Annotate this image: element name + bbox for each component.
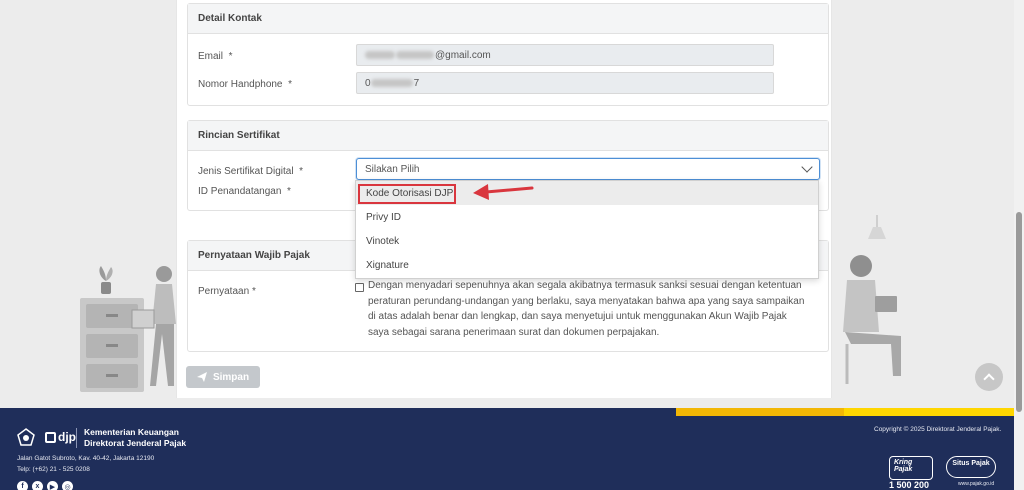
signer-id-label: ID Penandatangan * bbox=[198, 186, 291, 197]
statement-text: Dengan menyadari sepenuhnya akan segala … bbox=[368, 280, 805, 338]
youtube-icon[interactable]: ▶ bbox=[47, 481, 58, 490]
footer-accent-stripe-light bbox=[844, 408, 1014, 416]
facebook-icon[interactable]: f bbox=[17, 481, 28, 490]
x-icon[interactable]: x bbox=[32, 481, 43, 490]
ministry-emblem-icon bbox=[17, 428, 35, 446]
section-title: Detail Kontak bbox=[188, 4, 828, 34]
red-arrow-annotation bbox=[473, 184, 534, 200]
certificate-type-label: Jenis Sertifikat Digital * bbox=[198, 166, 304, 177]
phone-field[interactable]: 07 bbox=[356, 72, 774, 94]
footer-address: Jalan Gatot Subroto, Kav. 40-42, Jakarta… bbox=[17, 455, 155, 473]
chevron-up-icon bbox=[983, 373, 995, 385]
scroll-to-top-button[interactable] bbox=[975, 363, 1003, 391]
kring-pajak-logo[interactable]: Kring Pajak bbox=[889, 456, 933, 480]
section-contact-details: Detail Kontak Email * @gmail.com Nomor H… bbox=[187, 3, 829, 106]
kring-pajak-number: 1 500 200 bbox=[889, 480, 930, 490]
page-scrollbar[interactable] bbox=[1014, 0, 1024, 490]
statement-label: Pernyataan * bbox=[198, 286, 256, 297]
chevron-down-icon[interactable] bbox=[801, 161, 813, 173]
situs-pajak-url[interactable]: www.pajak.go.id bbox=[958, 481, 994, 487]
person-illustration-right bbox=[835, 246, 925, 386]
email-label: Email * bbox=[198, 51, 233, 62]
certificate-type-select[interactable]: Silakan Pilih bbox=[356, 158, 820, 180]
option-xignature[interactable]: Xignature bbox=[356, 253, 818, 277]
organization-name: Kementerian Keuangan Direktorat Jenderal… bbox=[84, 427, 187, 448]
instagram-icon[interactable]: ◎ bbox=[62, 481, 73, 490]
logo-square-icon bbox=[45, 431, 56, 443]
highlight-box bbox=[358, 184, 456, 204]
paper-plane-icon bbox=[196, 372, 207, 382]
select-placeholder: Silakan Pilih bbox=[365, 163, 420, 175]
social-links: f x ▶ ◎ bbox=[17, 481, 73, 490]
site-footer: djp Kementerian Keuangan Direktorat Jend… bbox=[0, 408, 1014, 490]
option-vinotek[interactable]: Vinotek bbox=[356, 229, 818, 253]
situs-pajak-logo[interactable]: Situs Pajak bbox=[946, 456, 996, 478]
copyright-text: Copyright © 2025 Direktorat Jenderal Paj… bbox=[874, 426, 1002, 433]
djp-logo: djp bbox=[45, 430, 76, 444]
phone-label: Nomor Handphone * bbox=[198, 79, 292, 90]
save-button[interactable]: Simpan bbox=[186, 366, 260, 388]
scrollbar-thumb[interactable] bbox=[1016, 212, 1022, 412]
logo-divider bbox=[76, 428, 77, 448]
section-title: Rincian Sertifikat bbox=[188, 121, 828, 151]
email-field[interactable]: @gmail.com bbox=[356, 44, 774, 66]
statement-checkbox[interactable] bbox=[355, 283, 364, 292]
option-privy-id[interactable]: Privy ID bbox=[356, 205, 818, 229]
plant-illustration bbox=[95, 265, 117, 295]
